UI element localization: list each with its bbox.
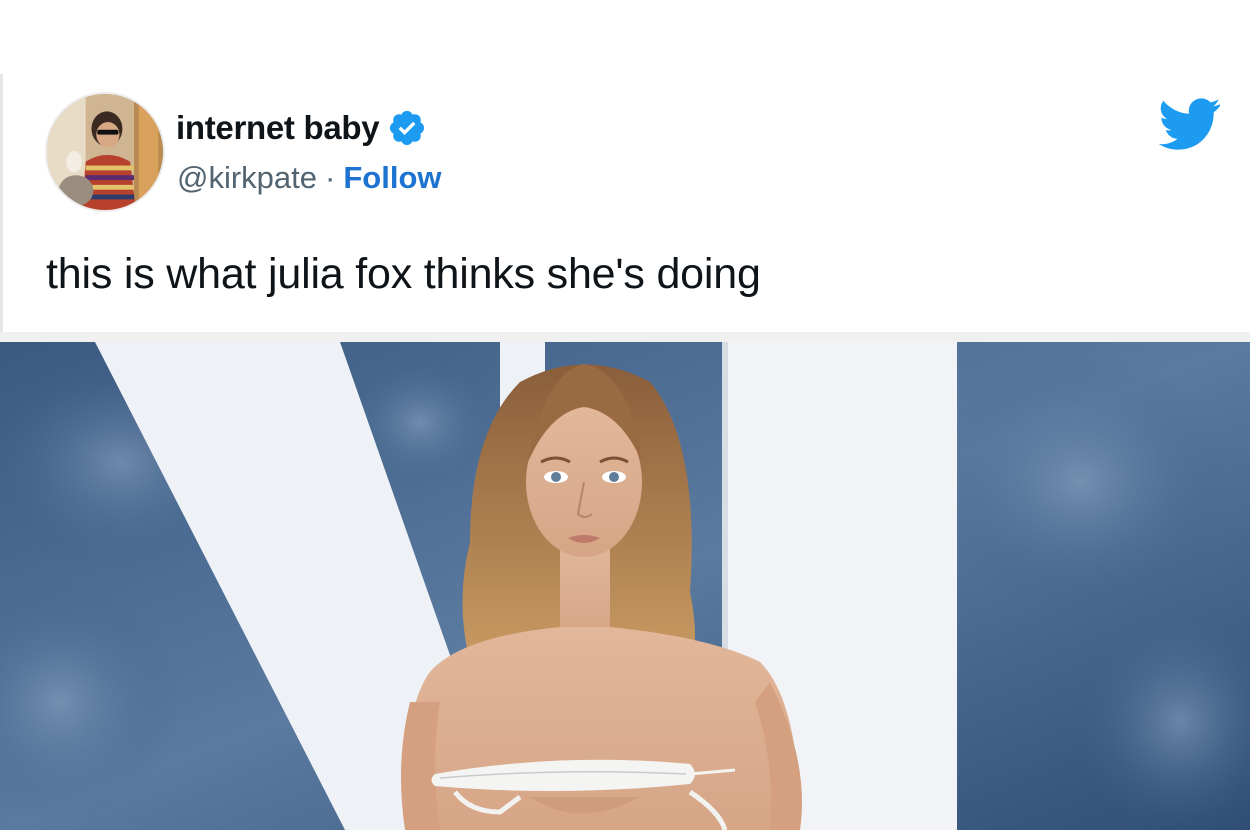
twitter-bird-icon[interactable] (1159, 98, 1221, 150)
author-name-row: internet baby (176, 108, 427, 148)
author-display-name[interactable]: internet baby (176, 109, 380, 147)
avatar[interactable] (45, 92, 165, 212)
author-handle[interactable]: @kirkpate (177, 160, 317, 196)
author-handle-row: @kirkpate · Follow (177, 160, 442, 196)
red-carpet-photo (0, 342, 1250, 830)
tweet-card: internet baby @kirkpate · Follow this is… (0, 74, 1250, 332)
tweet-screenshot: internet baby @kirkpate · Follow this is… (0, 0, 1250, 830)
tweet-media-photo[interactable] (0, 342, 1250, 830)
follow-button[interactable]: Follow (343, 160, 441, 196)
media-divider (0, 332, 1250, 342)
top-whitespace (0, 0, 1250, 74)
tweet-text: this is what julia fox thinks she's doin… (46, 250, 761, 298)
handle-separator: · (325, 160, 336, 195)
verified-badge-icon (390, 110, 425, 146)
